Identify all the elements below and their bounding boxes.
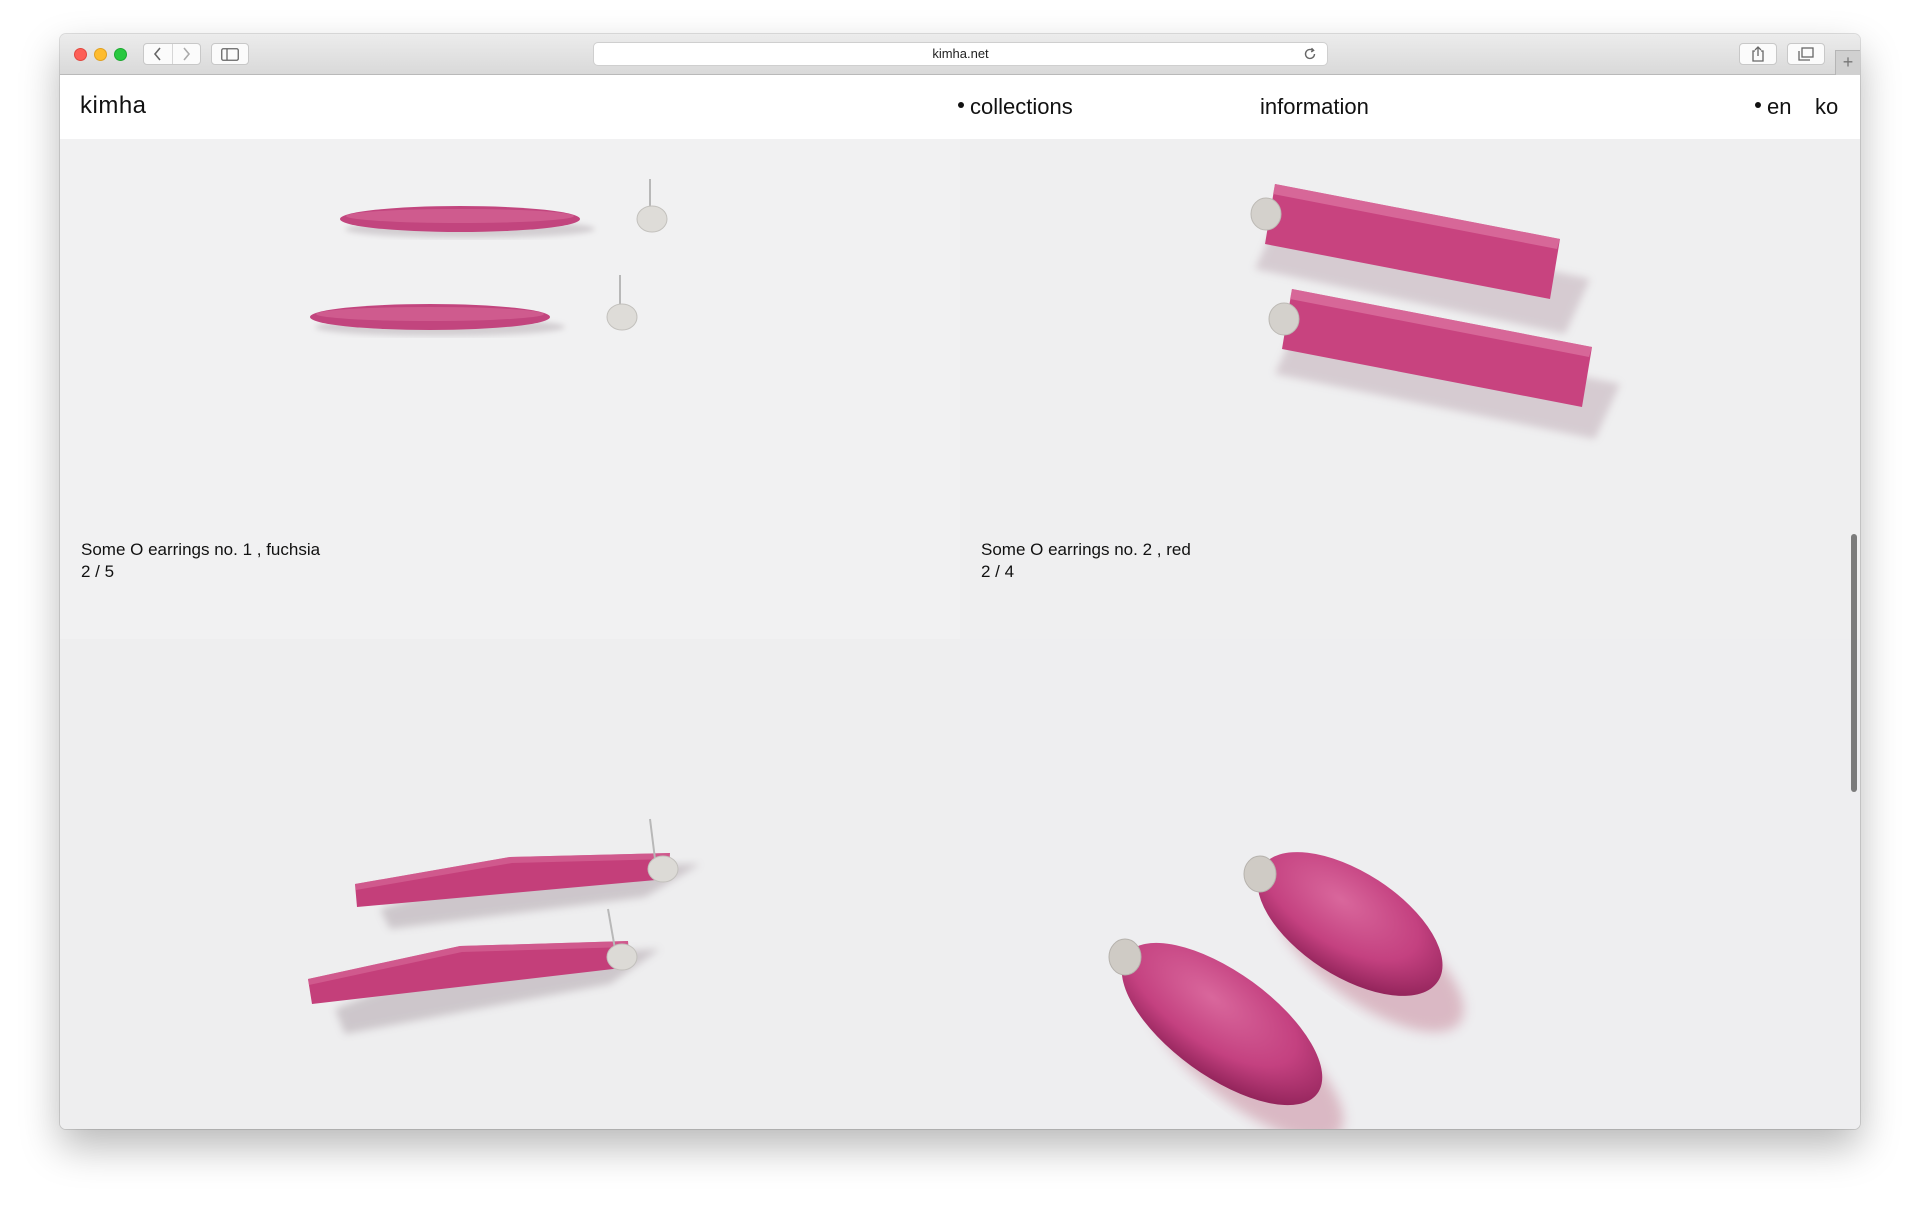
product-card[interactable] <box>960 639 1860 1129</box>
product-image <box>1250 184 1620 439</box>
product-card[interactable]: Some O earrings no. 2 , red 2 / 4 <box>960 139 1860 639</box>
share-icon <box>1752 46 1764 62</box>
earring-bottom <box>308 908 660 1034</box>
address-bar[interactable]: kimha.net <box>593 42 1328 66</box>
product-title: Some O earrings no. 2 , red <box>981 540 1191 559</box>
earring-bottom <box>310 275 638 336</box>
browser-window: kimha.net + kimha collections informatio… <box>60 34 1860 1129</box>
show-tabs-button[interactable] <box>1787 43 1825 65</box>
plus-icon: + <box>1842 52 1854 72</box>
reload-icon[interactable] <box>1303 47 1317 61</box>
url-text: kimha.net <box>932 46 989 61</box>
product-card[interactable] <box>60 639 960 1129</box>
image-counter: 2 / 5 <box>81 562 115 581</box>
image-counter: 2 / 4 <box>981 562 1015 581</box>
forward-button[interactable] <box>171 44 200 64</box>
earring-top <box>340 179 668 238</box>
sidebar-button[interactable] <box>211 43 249 65</box>
product-image <box>310 179 668 336</box>
nav-information[interactable]: information <box>1260 94 1369 120</box>
active-dot-icon <box>1755 102 1761 109</box>
product-card[interactable]: Some O earrings no. 1 , fuchsia 2 / 5 <box>60 139 960 639</box>
product-image <box>308 818 700 1034</box>
chevron-left-icon <box>153 47 161 61</box>
product-image <box>1108 852 1464 1129</box>
back-button[interactable] <box>144 44 172 64</box>
tabs-icon <box>1798 47 1814 61</box>
nav-collections[interactable]: collections <box>958 94 1073 120</box>
history-nav <box>143 43 201 65</box>
nav-information-label: information <box>1260 94 1369 119</box>
scrollbar-thumb[interactable] <box>1851 534 1857 792</box>
sidebar-icon <box>221 47 239 61</box>
site-logo[interactable]: kimha <box>80 92 147 120</box>
browser-toolbar: kimha.net + <box>60 34 1860 75</box>
maximize-window-button[interactable] <box>114 48 127 61</box>
share-button[interactable] <box>1739 43 1777 65</box>
new-tab-button[interactable]: + <box>1835 50 1860 75</box>
lang-ko[interactable]: ko <box>1815 94 1838 120</box>
nav-collections-label: collections <box>970 94 1073 119</box>
active-dot-icon <box>958 102 964 109</box>
lang-ko-label: ko <box>1815 94 1839 119</box>
chevron-right-icon <box>183 47 191 61</box>
lang-en-label: en <box>1767 94 1792 119</box>
lang-en[interactable]: en <box>1755 94 1791 120</box>
close-window-button[interactable] <box>74 48 87 61</box>
product-title: Some O earrings no. 1 , fuchsia <box>81 540 321 559</box>
site-header: kimha collections information en ko <box>60 75 1860 139</box>
minimize-window-button[interactable] <box>94 48 107 61</box>
product-caption: Some O earrings no. 2 , red 2 / 4 <box>981 539 1191 583</box>
product-caption: Some O earrings no. 1 , fuchsia 2 / 5 <box>81 539 320 583</box>
earring-top <box>355 818 700 929</box>
